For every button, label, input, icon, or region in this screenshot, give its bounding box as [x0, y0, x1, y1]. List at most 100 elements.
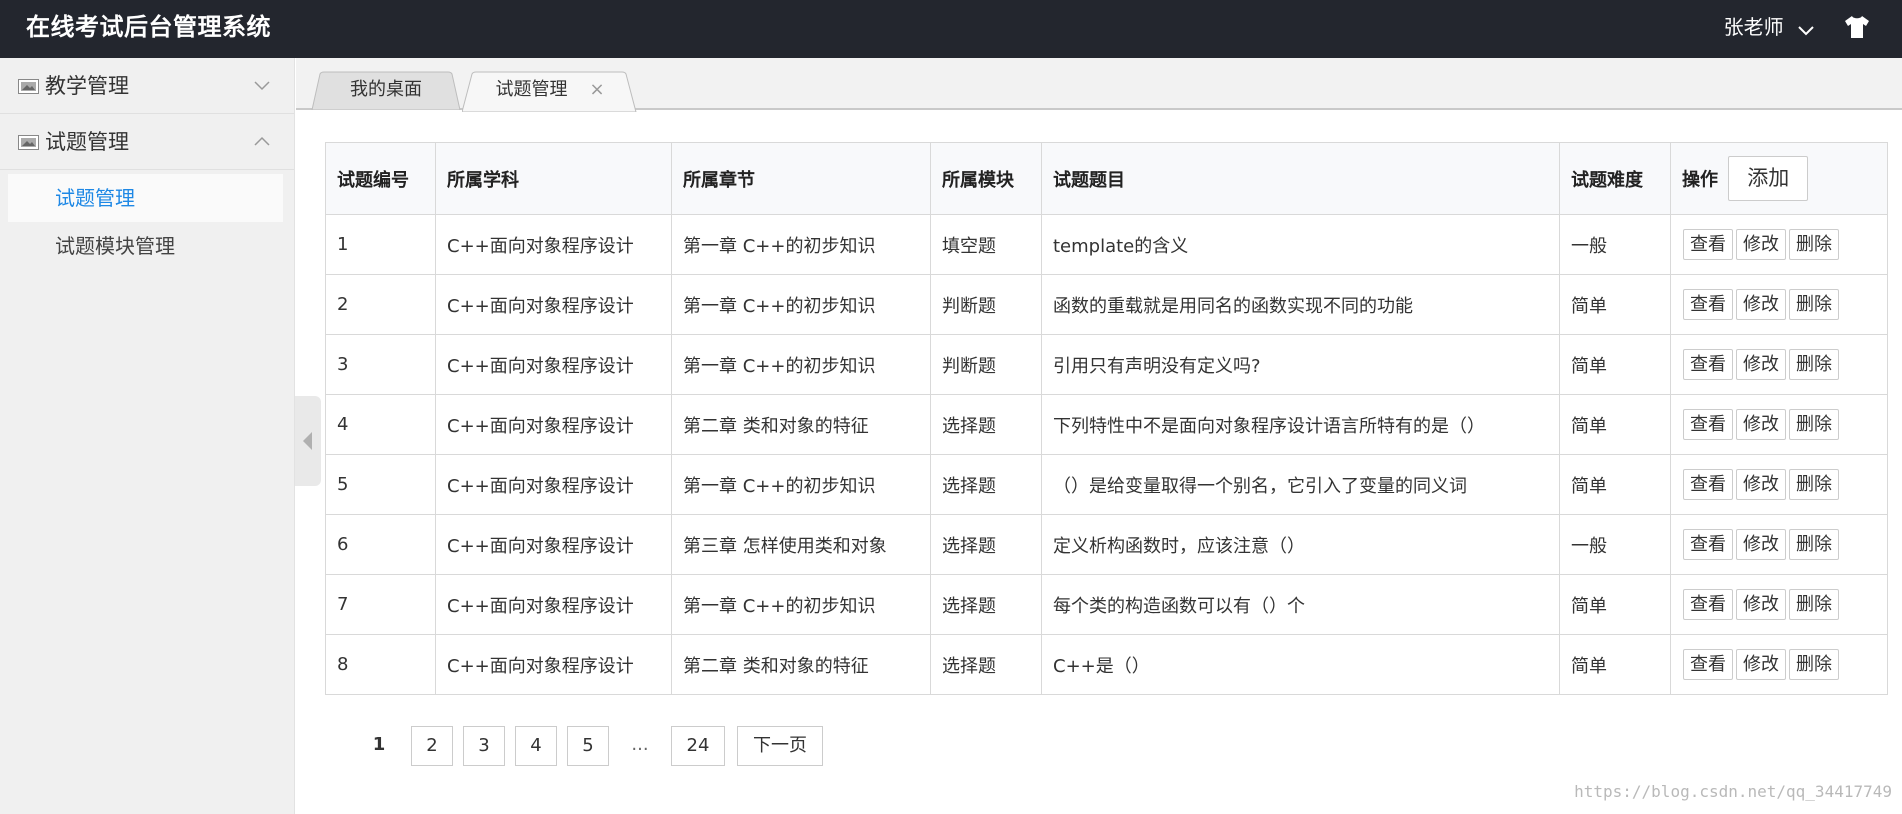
cell-difficulty: 一般 — [1559, 514, 1671, 575]
nav-group-questions[interactable]: 试题管理 — [0, 114, 294, 170]
cell-subject: C++面向对象程序设计 — [435, 634, 672, 695]
cell-module: 选择题 — [930, 394, 1042, 455]
edit-button[interactable]: 修改 — [1736, 409, 1786, 440]
cell-module: 判断题 — [930, 274, 1042, 335]
add-question-button[interactable]: 添加 — [1728, 156, 1809, 201]
view-button[interactable]: 查看 — [1683, 349, 1733, 380]
view-button[interactable]: 查看 — [1683, 529, 1733, 560]
edit-button[interactable]: 修改 — [1736, 529, 1786, 560]
cell-subject: C++面向对象程序设计 — [435, 274, 672, 335]
cell-actions: 查看 修改 删除 — [1670, 274, 1888, 335]
chevron-down-icon — [254, 81, 270, 91]
shirt-icon[interactable] — [1844, 15, 1870, 39]
column-header-actions: 操作 添加 — [1670, 142, 1888, 215]
tab-my-desktop[interactable]: 我的桌面 — [302, 71, 470, 110]
cell-difficulty: 简单 — [1559, 574, 1671, 635]
cell-question-id: 5 — [325, 454, 436, 515]
next-page-button[interactable]: 下一页 — [737, 726, 823, 766]
delete-button[interactable]: 删除 — [1789, 469, 1839, 500]
cell-question-id: 3 — [325, 334, 436, 395]
cell-subject: C++面向对象程序设计 — [435, 574, 672, 635]
page-4-button[interactable]: 4 — [515, 726, 557, 766]
cell-question-title: 每个类的构造函数可以有（）个 — [1041, 574, 1560, 635]
question-table-container: 试题编号 所属学科 所属章节 所属模块 试题题目 试题难度 操作 添加 1 C++… — [325, 142, 1888, 695]
cell-difficulty: 简单 — [1559, 274, 1671, 335]
table-header-row: 试题编号 所属学科 所属章节 所属模块 试题题目 试题难度 操作 添加 — [325, 142, 1888, 215]
sidebar: 教学管理 试题管理 试题管理 试题模块管理 — [0, 58, 295, 814]
view-button[interactable]: 查看 — [1683, 409, 1733, 440]
nav-group-teaching[interactable]: 教学管理 — [0, 58, 294, 114]
edit-button[interactable]: 修改 — [1736, 469, 1786, 500]
column-header: 试题编号 — [325, 142, 436, 215]
cell-chapter: 第一章 C++的初步知识 — [671, 574, 931, 635]
sidebar-item-question-module-management[interactable]: 试题模块管理 — [8, 222, 283, 270]
sidebar-item-question-management[interactable]: 试题管理 — [8, 174, 283, 222]
cell-question-id: 6 — [325, 514, 436, 575]
page-ellipsis: ... — [631, 734, 649, 755]
cell-question-title: 下列特性中不是面向对象程序设计语言所特有的是（） — [1041, 394, 1560, 455]
cell-question-title: template的含义 — [1041, 214, 1560, 275]
cell-actions: 查看 修改 删除 — [1670, 394, 1888, 455]
view-button[interactable]: 查看 — [1683, 469, 1733, 500]
cell-actions: 查看 修改 删除 — [1670, 334, 1888, 395]
table-row: 2 C++面向对象程序设计 第一章 C++的初步知识 判断题 函数的重载就是用同名的函数… — [325, 274, 1888, 335]
cell-question-id: 4 — [325, 394, 436, 455]
cell-chapter: 第一章 C++的初步知识 — [671, 454, 931, 515]
delete-button[interactable]: 删除 — [1789, 289, 1839, 320]
delete-button[interactable]: 删除 — [1789, 229, 1839, 260]
tab-label: 试题管理 — [495, 79, 568, 100]
cell-difficulty: 简单 — [1559, 394, 1671, 455]
tab-question-management[interactable]: 试题管理 × — [462, 71, 638, 112]
delete-button[interactable]: 删除 — [1789, 649, 1839, 680]
view-button[interactable]: 查看 — [1683, 289, 1733, 320]
sidebar-collapse-handle[interactable] — [295, 396, 321, 486]
cell-question-id: 1 — [325, 214, 436, 275]
nav-group-label: 教学管理 — [45, 74, 129, 98]
cell-subject: C++面向对象程序设计 — [435, 334, 672, 395]
delete-button[interactable]: 删除 — [1789, 529, 1839, 560]
view-button[interactable]: 查看 — [1683, 589, 1733, 620]
page-5-button[interactable]: 5 — [567, 726, 609, 766]
edit-button[interactable]: 修改 — [1736, 589, 1786, 620]
cell-chapter: 第二章 类和对象的特征 — [671, 634, 931, 695]
cell-chapter: 第一章 C++的初步知识 — [671, 214, 931, 275]
cell-subject: C++面向对象程序设计 — [435, 514, 672, 575]
cell-actions: 查看 修改 删除 — [1670, 574, 1888, 635]
column-header: 所属学科 — [435, 142, 672, 215]
view-button[interactable]: 查看 — [1683, 649, 1733, 680]
delete-button[interactable]: 删除 — [1789, 349, 1839, 380]
table-row: 7 C++面向对象程序设计 第一章 C++的初步知识 选择题 每个类的构造函数可以有（）… — [325, 574, 1888, 635]
cell-module: 选择题 — [930, 514, 1042, 575]
cell-subject: C++面向对象程序设计 — [435, 214, 672, 275]
edit-button[interactable]: 修改 — [1736, 349, 1786, 380]
column-header: 操作 — [1682, 169, 1718, 191]
delete-button[interactable]: 删除 — [1789, 409, 1839, 440]
edit-button[interactable]: 修改 — [1736, 649, 1786, 680]
edit-button[interactable]: 修改 — [1736, 289, 1786, 320]
page-3-button[interactable]: 3 — [463, 726, 505, 766]
view-button[interactable]: 查看 — [1683, 229, 1733, 260]
page-24-button[interactable]: 24 — [671, 726, 725, 766]
watermark: https://blog.csdn.net/qq_34417749 — [1574, 782, 1892, 801]
close-icon[interactable]: × — [589, 79, 604, 100]
cell-module: 填空题 — [930, 214, 1042, 275]
cell-question-title: 函数的重载就是用同名的函数实现不同的功能 — [1041, 274, 1560, 335]
cell-subject: C++面向对象程序设计 — [435, 454, 672, 515]
image-icon — [18, 135, 39, 150]
table-row: 6 C++面向对象程序设计 第三章 怎样使用类和对象 选择题 定义析构函数时，应该注意（… — [325, 514, 1888, 575]
delete-button[interactable]: 删除 — [1789, 589, 1839, 620]
table-row: 5 C++面向对象程序设计 第一章 C++的初步知识 选择题 （）是给变量取得一个别名，… — [325, 454, 1888, 515]
question-table: 试题编号 所属学科 所属章节 所属模块 试题题目 试题难度 操作 添加 1 C++… — [325, 142, 1888, 695]
page-2-button[interactable]: 2 — [411, 726, 453, 766]
sub-menu: 试题管理 试题模块管理 — [0, 170, 294, 270]
cell-actions: 查看 修改 删除 — [1670, 634, 1888, 695]
cell-module: 判断题 — [930, 334, 1042, 395]
cell-actions: 查看 修改 删除 — [1670, 214, 1888, 275]
user-menu[interactable]: 张老师 — [1724, 0, 1814, 56]
edit-button[interactable]: 修改 — [1736, 229, 1786, 260]
nav-group-label: 试题管理 — [45, 130, 129, 154]
cell-chapter: 第二章 类和对象的特征 — [671, 394, 931, 455]
cell-question-id: 8 — [325, 634, 436, 695]
table-row: 8 C++面向对象程序设计 第二章 类和对象的特征 选择题 C++是（） 简单 查看 修改 删除 — [325, 634, 1888, 695]
table-row: 4 C++面向对象程序设计 第二章 类和对象的特征 选择题 下列特性中不是面向对象程序设… — [325, 394, 1888, 455]
